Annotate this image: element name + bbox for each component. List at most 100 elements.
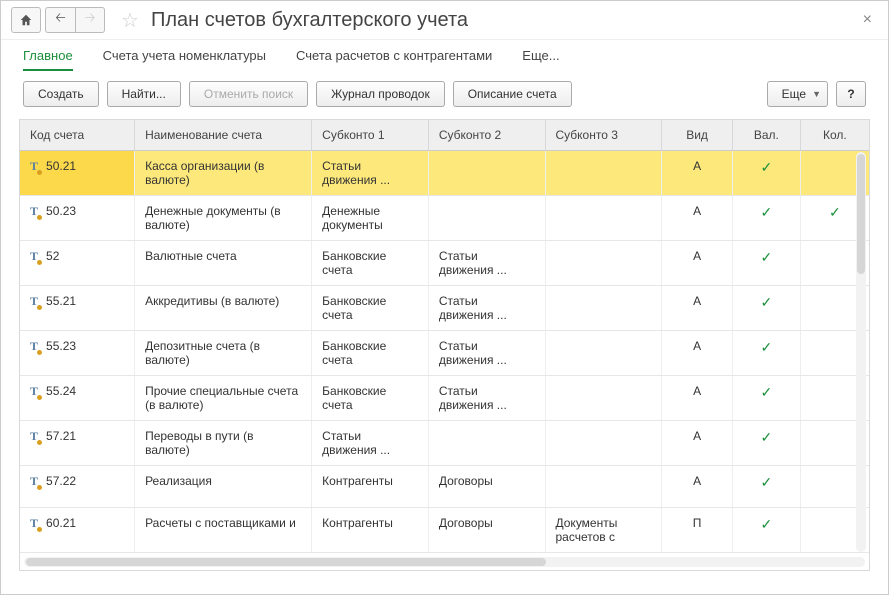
- cell-val: ✓: [733, 241, 801, 286]
- cell-vid: А: [662, 151, 733, 196]
- cell-name: Валютные счета: [135, 241, 312, 286]
- cell-s1: Статьи движения ...: [312, 151, 429, 196]
- cell-s3: [545, 466, 662, 508]
- cell-s2: [428, 151, 545, 196]
- cell-val: ✓: [733, 286, 801, 331]
- table-row[interactable]: T57.22РеализацияКонтрагентыДоговоры А✓: [20, 466, 869, 508]
- cancel-search-button[interactable]: Отменить поиск: [189, 81, 308, 107]
- more-button[interactable]: Еще ▼: [767, 81, 828, 107]
- col-header-val[interactable]: Вал.: [733, 120, 801, 151]
- cell-s3: [545, 376, 662, 421]
- table-row[interactable]: T50.23Денежные документы (в валюте)Денеж…: [20, 196, 869, 241]
- cell-name: Реализация: [135, 466, 312, 508]
- table-row[interactable]: T55.24Прочие специальные счета (в валюте…: [20, 376, 869, 421]
- cell-s2: Договоры: [428, 508, 545, 553]
- account-t-icon: T: [30, 294, 38, 309]
- home-button[interactable]: [11, 7, 41, 33]
- cell-s1: Контрагенты: [312, 466, 429, 508]
- cell-val: ✓: [733, 331, 801, 376]
- cell-s2: Статьи движения ...: [428, 376, 545, 421]
- find-button[interactable]: Найти...: [107, 81, 181, 107]
- cell-code: T52: [20, 241, 135, 286]
- cell-s3: [545, 286, 662, 331]
- cell-s3: [545, 421, 662, 466]
- chevron-down-icon: ▼: [812, 89, 821, 99]
- cell-vid: А: [662, 286, 733, 331]
- cell-val: ✓: [733, 376, 801, 421]
- tab-main[interactable]: Главное: [23, 48, 73, 71]
- account-t-icon: T: [30, 249, 38, 264]
- cell-name: Прочие специальные счета (в валюте): [135, 376, 312, 421]
- col-header-sub3[interactable]: Субконто 3: [545, 120, 662, 151]
- tab-nomenclature[interactable]: Счета учета номенклатуры: [103, 48, 266, 71]
- cell-code: T57.22: [20, 466, 135, 508]
- cell-s2: [428, 196, 545, 241]
- tab-more[interactable]: Еще...: [522, 48, 559, 71]
- table-row[interactable]: T55.21Аккредитивы (в валюте)Банковские с…: [20, 286, 869, 331]
- cell-val: ✓: [733, 151, 801, 196]
- vertical-scrollbar[interactable]: [856, 152, 866, 552]
- cell-name: Аккредитивы (в валюте): [135, 286, 312, 331]
- cell-name: Касса организации (в валюте): [135, 151, 312, 196]
- tab-counterparties[interactable]: Счета расчетов с контрагентами: [296, 48, 492, 71]
- col-header-kol[interactable]: Кол.: [800, 120, 869, 151]
- help-button[interactable]: ?: [836, 81, 866, 107]
- back-button[interactable]: 🡠: [45, 7, 75, 33]
- cell-s2: Статьи движения ...: [428, 286, 545, 331]
- cell-s3: Документы расчетов с: [545, 508, 662, 553]
- close-icon[interactable]: ×: [857, 11, 878, 29]
- col-header-sub1[interactable]: Субконто 1: [312, 120, 429, 151]
- description-button[interactable]: Описание счета: [453, 81, 572, 107]
- account-t-icon: T: [30, 516, 38, 531]
- table-row[interactable]: T57.21Переводы в пути (в валюте)Статьи д…: [20, 421, 869, 466]
- cell-name: Депозитные счета (в валюте): [135, 331, 312, 376]
- cell-s1: Банковские счета: [312, 241, 429, 286]
- col-header-vid[interactable]: Вид: [662, 120, 733, 151]
- cell-code: T50.21: [20, 151, 135, 196]
- cell-code: T57.21: [20, 421, 135, 466]
- more-button-label: Еще: [782, 87, 806, 101]
- cell-name: Расчеты с поставщиками и: [135, 508, 312, 553]
- cell-val: ✓: [733, 421, 801, 466]
- cell-s2: Статьи движения ...: [428, 331, 545, 376]
- cell-s2: Статьи движения ...: [428, 241, 545, 286]
- page-title: План счетов бухгалтерского учета: [151, 9, 468, 32]
- forward-button[interactable]: 🡢: [75, 7, 105, 33]
- cell-s2: Договоры: [428, 466, 545, 508]
- create-button[interactable]: Создать: [23, 81, 99, 107]
- account-t-icon: T: [30, 159, 38, 174]
- cell-code: T55.24: [20, 376, 135, 421]
- horizontal-scrollbar[interactable]: [24, 557, 865, 567]
- cell-vid: А: [662, 241, 733, 286]
- cell-vid: А: [662, 466, 733, 508]
- cell-val: ✓: [733, 508, 801, 553]
- cell-s3: [545, 151, 662, 196]
- cell-val: ✓: [733, 466, 801, 508]
- table-row[interactable]: T50.21Касса организации (в валюте)Статьи…: [20, 151, 869, 196]
- cell-vid: А: [662, 331, 733, 376]
- cell-vid: А: [662, 196, 733, 241]
- col-header-sub2[interactable]: Субконто 2: [428, 120, 545, 151]
- cell-code: T55.21: [20, 286, 135, 331]
- cell-vid: П: [662, 508, 733, 553]
- col-header-code[interactable]: Код счета: [20, 120, 135, 151]
- table-row[interactable]: T55.23Депозитные счета (в валюте)Банковс…: [20, 331, 869, 376]
- cell-s1: Денежные документы: [312, 196, 429, 241]
- cell-code: T50.23: [20, 196, 135, 241]
- cell-code: T55.23: [20, 331, 135, 376]
- account-t-icon: T: [30, 384, 38, 399]
- cell-s1: Контрагенты: [312, 508, 429, 553]
- account-t-icon: T: [30, 429, 38, 444]
- accounts-table: Код счета Наименование счета Субконто 1 …: [20, 120, 869, 553]
- cell-s1: Банковские счета: [312, 286, 429, 331]
- cell-s1: Статьи движения ...: [312, 421, 429, 466]
- journal-button[interactable]: Журнал проводок: [316, 81, 445, 107]
- cell-vid: А: [662, 376, 733, 421]
- table-row[interactable]: T60.21Расчеты с поставщиками иКонтрагент…: [20, 508, 869, 553]
- cell-s3: [545, 241, 662, 286]
- favorite-star-icon[interactable]: ☆: [121, 8, 139, 33]
- col-header-name[interactable]: Наименование счета: [135, 120, 312, 151]
- cell-name: Переводы в пути (в валюте): [135, 421, 312, 466]
- cell-s1: Банковские счета: [312, 376, 429, 421]
- table-row[interactable]: T52Валютные счетаБанковские счетаСтатьи …: [20, 241, 869, 286]
